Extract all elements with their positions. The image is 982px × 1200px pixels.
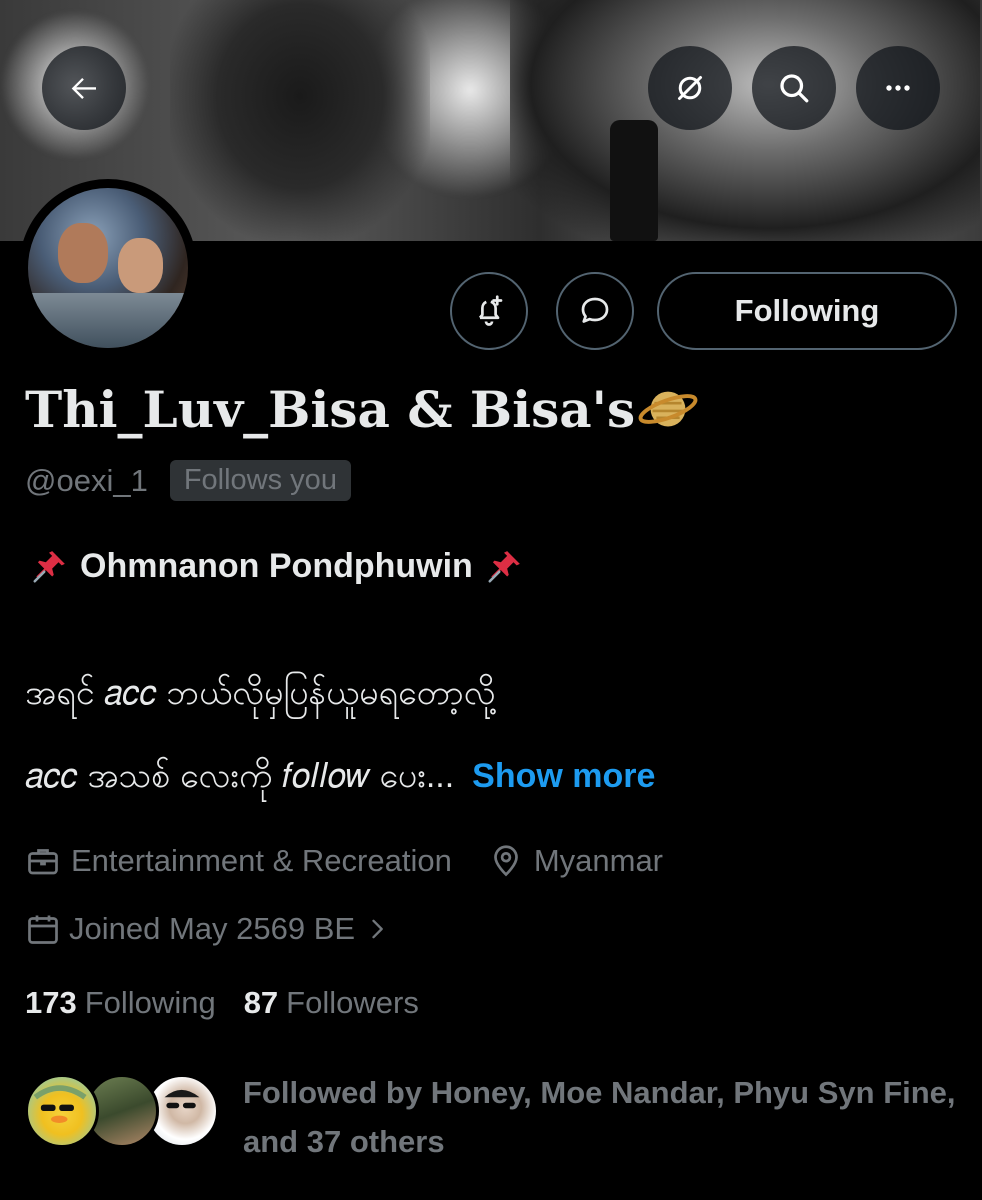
pushpin-emoji — [33, 550, 65, 583]
category-text: Entertainment & Recreation — [71, 843, 452, 878]
back-button[interactable] — [42, 46, 126, 130]
display-name-text: Thi_Luv_Bisa & Bisa's — [25, 379, 636, 439]
follows-you-badge: Follows you — [169, 460, 351, 501]
avatar — [25, 1074, 99, 1148]
following-count: 173 — [25, 985, 77, 1020]
display-name: Thi_Luv_Bisa & Bisa's — [25, 378, 699, 440]
back-arrow-icon — [71, 77, 96, 99]
follow-stats: 173 Following 87 Followers — [25, 985, 447, 1021]
followed-by-avatars — [25, 1068, 225, 1152]
avatar[interactable] — [19, 179, 197, 357]
search-button[interactable] — [752, 46, 836, 130]
briefcase-icon — [28, 849, 58, 875]
pushpin-emoji — [488, 550, 520, 583]
search-icon — [780, 74, 809, 103]
location-pin-icon — [493, 845, 518, 877]
followers-stat[interactable]: 87 Followers — [244, 985, 419, 1021]
followers-label: Followers — [286, 985, 419, 1020]
show-more-link[interactable]: Show more — [472, 757, 655, 796]
location-text: Myanmar — [533, 843, 664, 878]
avatar-image — [28, 188, 188, 348]
bio-line-1: Ohmnanon Pondphuwin — [30, 547, 523, 586]
joined-row[interactable]: Joined May 2569 BE — [25, 911, 401, 947]
following-label: Following — [84, 985, 216, 1020]
bell-plus-icon — [478, 295, 503, 326]
joined-text: Joined May 2569 BE — [69, 911, 356, 946]
chat-bubble-icon — [581, 297, 609, 323]
bio-line-1-text: Ohmnanon Pondphuwin — [80, 547, 473, 585]
following-button[interactable]: Following — [657, 272, 957, 350]
followed-by-text: Followed by Honey, Moe Nandar, Phyu Syn … — [243, 1075, 956, 1159]
bio-line-3: 𝑎𝑐𝑐 အသစ် လေးကို 𝑓𝑜𝑙𝑙𝑜𝑤 ပေး... Show more — [25, 753, 655, 804]
notifications-button[interactable] — [450, 272, 528, 350]
handle-row: @oexi_1 Follows you — [25, 460, 351, 501]
grok-button[interactable] — [648, 46, 732, 130]
chevron-right-icon — [372, 919, 383, 939]
bio-line-3-text: 𝑎𝑐𝑐 အသစ် လေးကို 𝑓𝑜𝑙𝑙𝑜𝑤 ပေး... — [25, 757, 455, 795]
ringed-planet-emoji — [638, 391, 698, 427]
more-button[interactable] — [856, 46, 940, 130]
following-stat[interactable]: 173 Following — [25, 985, 216, 1021]
bio-line-2: အရင် 𝑎𝑐𝑐 ဘယ်လိုမှပြန်ယူမရတော့လို့ — [25, 674, 496, 712]
grok-icon — [678, 76, 702, 100]
handle: @oexi_1 — [25, 462, 148, 498]
more-icon — [886, 85, 910, 91]
location-item: Myanmar — [488, 843, 663, 879]
message-button[interactable] — [556, 272, 634, 350]
profile-meta-row: Entertainment & Recreation Myanmar — [25, 843, 663, 879]
category-item: Entertainment & Recreation — [25, 843, 452, 879]
calendar-icon — [28, 915, 58, 944]
followers-count: 87 — [243, 985, 279, 1020]
followed-by-section[interactable]: Followed by Honey, Moe Nandar, Phyu Syn … — [25, 1068, 956, 1159]
